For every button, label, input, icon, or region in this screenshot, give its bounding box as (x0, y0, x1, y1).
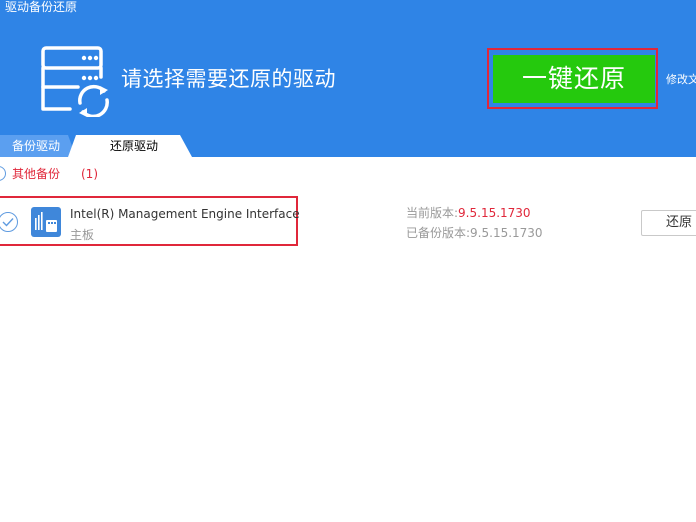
restore-driver-button[interactable]: 还原 (641, 210, 696, 236)
header-banner: 驱动备份还原 请选择需要还原的驱动 一键还原 修改文 备份驱动 还原驱动 (0, 0, 696, 157)
check-icon (2, 218, 14, 227)
modify-link[interactable]: 修改文 (666, 72, 696, 88)
backup-version-label: 已备份版本: (406, 226, 471, 240)
one-click-restore-button[interactable]: 一键还原 (493, 55, 655, 103)
group-checkbox[interactable] (0, 166, 6, 181)
group-label: 其他备份 (12, 167, 61, 181)
current-version: 当前版本:9.5.15.1730 (406, 205, 531, 221)
group-count: (1) (81, 167, 98, 181)
window-title: 驱动备份还原 (5, 0, 78, 14)
server-restore-icon (41, 46, 109, 117)
tab-backup-drivers[interactable]: 备份驱动 (0, 135, 76, 157)
backup-version-value: 9.5.15.1730 (470, 226, 543, 240)
page-heading: 请选择需要还原的驱动 (121, 67, 336, 91)
driver-name: Intel(R) Management Engine Interface (70, 207, 300, 221)
driver-category: 主板 (70, 228, 95, 242)
motherboard-icon (31, 207, 61, 237)
backup-group-header[interactable]: 其他备份 (1) (0, 164, 200, 184)
tab-restore-drivers[interactable]: 还原驱动 (68, 135, 192, 157)
backup-version: 已备份版本:9.5.15.1730 (406, 225, 543, 241)
current-version-label: 当前版本: (406, 206, 459, 220)
current-version-value: 9.5.15.1730 (458, 206, 531, 220)
